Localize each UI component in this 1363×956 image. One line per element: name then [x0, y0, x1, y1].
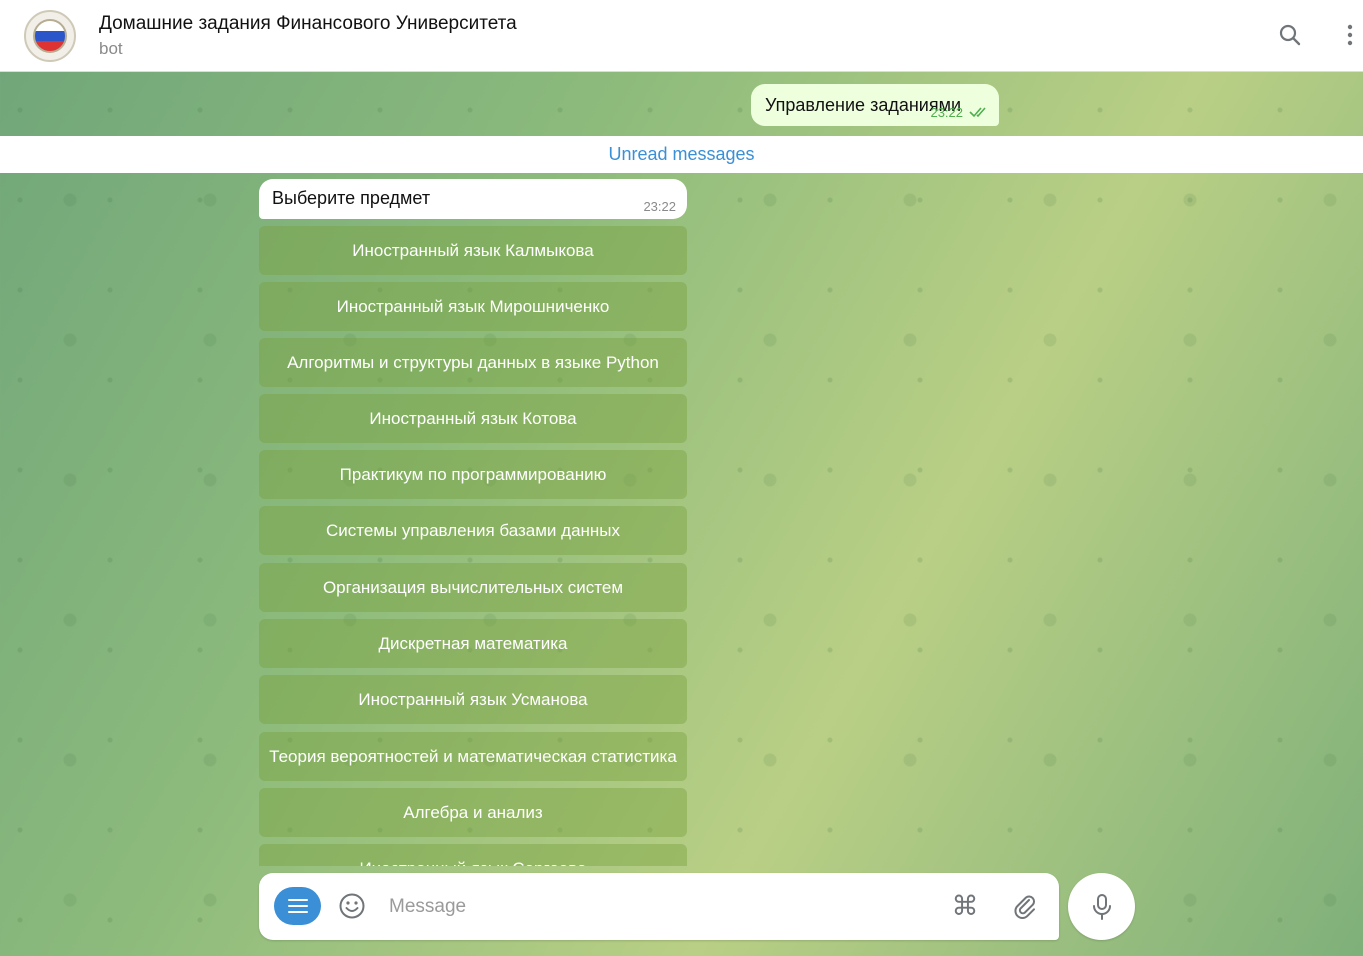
chat-title[interactable]: Домашние задания Финансового Университет…: [99, 13, 517, 35]
menu-icon[interactable]: [274, 887, 321, 925]
keyboard-button[interactable]: Иностранный язык Котова: [259, 394, 687, 443]
keyboard-button[interactable]: Системы управления базами данных: [259, 506, 687, 555]
keyboard-button[interactable]: Алгоритмы и структуры данных в языке Pyt…: [259, 338, 687, 387]
message-input[interactable]: [387, 891, 911, 923]
outgoing-message[interactable]: Управление заданиями 23:22: [751, 84, 1000, 126]
keyboard-button[interactable]: Практикум по программированию: [259, 450, 687, 499]
chat-subtitle: bot: [99, 39, 123, 58]
keyboard-button[interactable]: Иностранный язык Мирошниченко: [259, 282, 687, 331]
outgoing-message-time: 23:22: [930, 105, 964, 120]
chat-header: Домашние задания Финансового Университет…: [0, 0, 1363, 72]
university-logo: [33, 19, 67, 53]
paperclip-icon[interactable]: [1009, 890, 1041, 922]
avatar[interactable]: [24, 10, 76, 62]
incoming-message-text: Выберите предмет: [272, 188, 431, 208]
microphone-icon[interactable]: [1068, 873, 1135, 940]
keyboard-button[interactable]: Организация вычислительных систем: [259, 563, 687, 612]
message-composer: ⌘: [259, 873, 1059, 940]
keyboard-button[interactable]: Теория вероятностей и математическая ста…: [259, 732, 687, 781]
smile-icon[interactable]: [337, 891, 367, 921]
more-vertical-icon[interactable]: [1333, 18, 1363, 52]
keyboard-button[interactable]: Иностранный язык Калмыкова: [259, 226, 687, 275]
keyboard-button[interactable]: Иностранный язык Усманова: [259, 675, 687, 724]
reply-keyboard: Иностранный язык Калмыкова Иностранный я…: [259, 226, 687, 866]
search-icon[interactable]: [1273, 18, 1307, 52]
keyboard-button[interactable]: Иностранный язык Сергеева: [259, 844, 687, 866]
keyboard-button[interactable]: Алгебра и анализ: [259, 788, 687, 837]
double-check-icon: [969, 105, 989, 121]
incoming-message-time: 23:22: [643, 199, 676, 214]
incoming-message[interactable]: Выберите предмет 23:22: [259, 179, 687, 219]
command-icon[interactable]: ⌘: [949, 890, 981, 922]
unread-messages-divider: Unread messages: [0, 136, 1363, 173]
unread-messages-label: Unread messages: [608, 144, 755, 164]
keyboard-button[interactable]: Дискретная математика: [259, 619, 687, 668]
